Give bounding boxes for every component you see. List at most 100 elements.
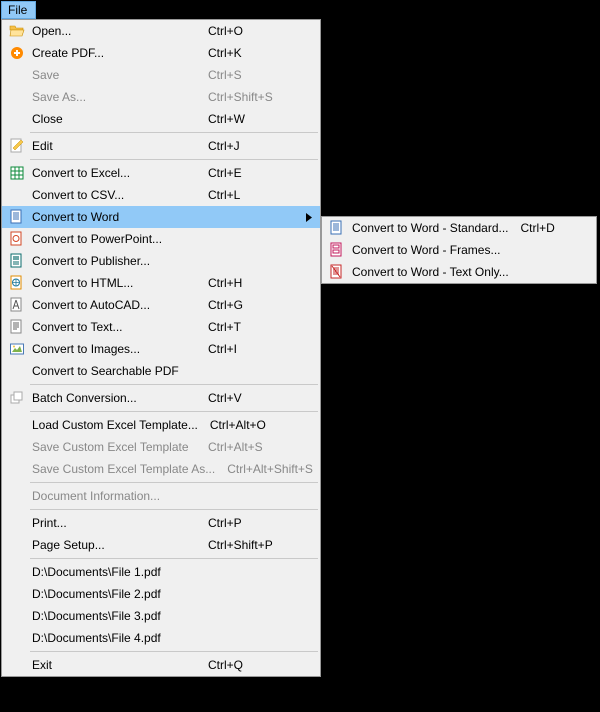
menu-item-label: Save xyxy=(28,68,196,82)
menu-item-convert-to-text[interactable]: Convert to Text...Ctrl+T xyxy=(2,316,320,338)
menu-item-convert-to-word-standard[interactable]: Convert to Word - Standard...Ctrl+D xyxy=(322,217,596,239)
menu-item-print[interactable]: Print...Ctrl+P xyxy=(2,512,320,534)
menu-item-shortcut: Ctrl+O xyxy=(196,24,306,38)
menu-item-shortcut: Ctrl+Alt+O xyxy=(198,418,306,432)
menu-item-label: Document Information... xyxy=(28,489,196,503)
menu-item-shortcut: Ctrl+J xyxy=(196,139,306,153)
menu-item-label: Create PDF... xyxy=(28,46,196,60)
menu-item-exit[interactable]: ExitCtrl+Q xyxy=(2,654,320,676)
menubar: File xyxy=(1,1,36,19)
image-icon xyxy=(6,341,28,357)
menu-item-label: Load Custom Excel Template... xyxy=(28,418,198,432)
menu-item-batch-conversion[interactable]: Batch Conversion...Ctrl+V xyxy=(2,387,320,409)
menu-item-page-setup[interactable]: Page Setup...Ctrl+Shift+P xyxy=(2,534,320,556)
menu-item-label: Convert to PowerPoint... xyxy=(28,232,196,246)
menu-item-shortcut: Ctrl+E xyxy=(196,166,306,180)
publisher-icon xyxy=(6,253,28,269)
menu-item-convert-to-autocad[interactable]: Convert to AutoCAD...Ctrl+G xyxy=(2,294,320,316)
word-icon xyxy=(326,220,348,236)
menu-item-convert-to-searchable-pdf[interactable]: Convert to Searchable PDF xyxy=(2,360,320,382)
menu-item-label: Convert to Text... xyxy=(28,320,196,334)
menu-item-load-custom-excel-template[interactable]: Load Custom Excel Template...Ctrl+Alt+O xyxy=(2,414,320,436)
menu-item-shortcut: Ctrl+W xyxy=(196,112,306,126)
menu-item-convert-to-excel[interactable]: Convert to Excel...Ctrl+E xyxy=(2,162,320,184)
menu-item-label: Print... xyxy=(28,516,196,530)
menu-item-shortcut: Ctrl+P xyxy=(196,516,306,530)
menu-item-document-information: Document Information... xyxy=(2,485,320,507)
edit-icon xyxy=(6,138,28,154)
menu-item-shortcut: Ctrl+I xyxy=(196,342,306,356)
menu-item-convert-to-images[interactable]: Convert to Images...Ctrl+I xyxy=(2,338,320,360)
menu-item-label: Close xyxy=(28,112,196,126)
menu-item-convert-to-word[interactable]: Convert to Word xyxy=(2,206,320,228)
menu-item-create-pdf[interactable]: Create PDF...Ctrl+K xyxy=(2,42,320,64)
menu-separator xyxy=(30,132,318,133)
menu-item-label: Page Setup... xyxy=(28,538,196,552)
batch-icon xyxy=(6,390,28,406)
menu-item-label: D:\Documents\File 2.pdf xyxy=(28,587,196,601)
html-icon xyxy=(6,275,28,291)
menu-item-d-documents-file-2-pdf[interactable]: D:\Documents\File 2.pdf xyxy=(2,583,320,605)
menu-item-open[interactable]: Open...Ctrl+O xyxy=(2,20,320,42)
menu-separator xyxy=(30,558,318,559)
menu-item-save-custom-excel-template-as: Save Custom Excel Template As...Ctrl+Alt… xyxy=(2,458,320,480)
menu-separator xyxy=(30,509,318,510)
menu-item-label: Convert to Excel... xyxy=(28,166,196,180)
menu-item-label: Edit xyxy=(28,139,196,153)
powerpoint-icon xyxy=(6,231,28,247)
menu-item-convert-to-word-text-only[interactable]: Convert to Word - Text Only... xyxy=(322,261,596,283)
menu-item-label: Convert to CSV... xyxy=(28,188,196,202)
menu-separator xyxy=(30,482,318,483)
menu-separator xyxy=(30,159,318,160)
menu-item-shortcut: Ctrl+K xyxy=(196,46,306,60)
menu-item-shortcut: Ctrl+G xyxy=(196,298,306,312)
menu-item-shortcut: Ctrl+Shift+P xyxy=(196,538,306,552)
menu-item-label: Save Custom Excel Template xyxy=(28,440,196,454)
menu-item-save-as: Save As...Ctrl+Shift+S xyxy=(2,86,320,108)
menu-item-label: Batch Conversion... xyxy=(28,391,196,405)
menu-item-label: Convert to Publisher... xyxy=(28,254,196,268)
excel-icon xyxy=(6,165,28,181)
menu-item-d-documents-file-4-pdf[interactable]: D:\Documents\File 4.pdf xyxy=(2,627,320,649)
menu-item-shortcut: Ctrl+S xyxy=(196,68,306,82)
word-icon xyxy=(6,209,28,225)
menu-item-shortcut: Ctrl+Alt+Shift+S xyxy=(215,462,321,476)
menu-item-shortcut: Ctrl+H xyxy=(196,276,306,290)
folder-open-icon xyxy=(6,23,28,39)
menu-item-shortcut: Ctrl+V xyxy=(196,391,306,405)
menu-item-label: Convert to Word - Standard... xyxy=(348,221,509,235)
menu-item-convert-to-powerpoint[interactable]: Convert to PowerPoint... xyxy=(2,228,320,250)
menubar-file[interactable]: File xyxy=(1,1,36,19)
menu-item-label: D:\Documents\File 3.pdf xyxy=(28,609,196,623)
menu-item-shortcut: Ctrl+Alt+S xyxy=(196,440,306,454)
word-frames-icon xyxy=(326,242,348,258)
menu-item-close[interactable]: CloseCtrl+W xyxy=(2,108,320,130)
menu-item-d-documents-file-3-pdf[interactable]: D:\Documents\File 3.pdf xyxy=(2,605,320,627)
menu-item-label: Save Custom Excel Template As... xyxy=(28,462,215,476)
menu-item-label: Convert to HTML... xyxy=(28,276,196,290)
menu-item-d-documents-file-1-pdf[interactable]: D:\Documents\File 1.pdf xyxy=(2,561,320,583)
text-icon xyxy=(6,319,28,335)
menu-item-label: Convert to Word - Text Only... xyxy=(348,265,509,279)
menu-item-label: Save As... xyxy=(28,90,196,104)
menu-item-label: Convert to AutoCAD... xyxy=(28,298,196,312)
menu-item-convert-to-word-frames[interactable]: Convert to Word - Frames... xyxy=(322,239,596,261)
convert-to-word-submenu: Convert to Word - Standard...Ctrl+DConve… xyxy=(321,216,597,284)
menu-separator xyxy=(30,411,318,412)
menu-item-label: D:\Documents\File 4.pdf xyxy=(28,631,196,645)
menu-item-shortcut: Ctrl+T xyxy=(196,320,306,334)
menu-item-label: Convert to Searchable PDF xyxy=(28,364,196,378)
menu-item-save: SaveCtrl+S xyxy=(2,64,320,86)
menu-item-shortcut: Ctrl+D xyxy=(509,221,582,235)
menu-item-convert-to-publisher[interactable]: Convert to Publisher... xyxy=(2,250,320,272)
menu-item-convert-to-html[interactable]: Convert to HTML...Ctrl+H xyxy=(2,272,320,294)
menu-separator xyxy=(30,384,318,385)
autocad-icon xyxy=(6,297,28,313)
word-textonly-icon xyxy=(326,264,348,280)
file-menu: Open...Ctrl+OCreate PDF...Ctrl+KSaveCtrl… xyxy=(1,19,321,677)
menu-item-shortcut: Ctrl+Q xyxy=(196,658,306,672)
menu-separator xyxy=(30,651,318,652)
menu-item-edit[interactable]: EditCtrl+J xyxy=(2,135,320,157)
menu-item-convert-to-csv[interactable]: Convert to CSV...Ctrl+L xyxy=(2,184,320,206)
menu-item-label: Convert to Word - Frames... xyxy=(348,243,506,257)
